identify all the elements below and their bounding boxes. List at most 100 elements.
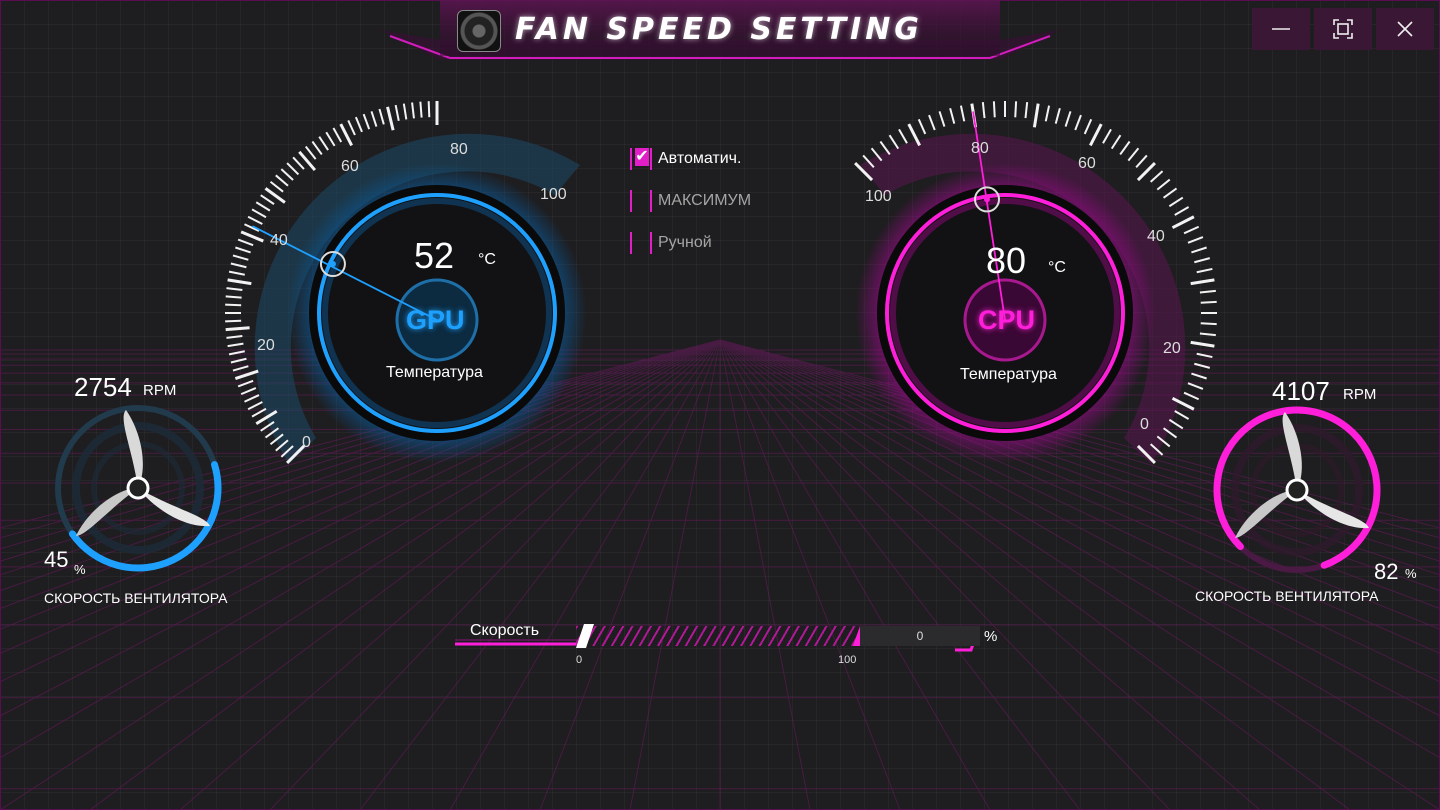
mode-max-option[interactable]: МАКСИМУМ	[630, 190, 751, 212]
gauge-tick	[1194, 257, 1211, 264]
gauge-tick	[1127, 147, 1140, 162]
cpu-temperature-value: 80	[986, 240, 1027, 281]
gauge-tick	[240, 387, 257, 396]
speed-slider-track[interactable]	[576, 626, 866, 646]
gauge-tick	[1174, 206, 1190, 216]
gauge-tick	[225, 326, 250, 332]
cpu-chip-label: CPU	[978, 305, 1036, 335]
cpu-fan-speed-label: СКОРОСТЬ ВЕНТИЛЯТОРА	[1195, 588, 1379, 604]
cpu-scale-label: 60	[1078, 155, 1096, 172]
gauge-tick	[240, 230, 264, 243]
gauge-tick	[255, 201, 271, 212]
gauge-tick	[1054, 107, 1061, 124]
gauge-tick	[1190, 340, 1215, 348]
window-title: FAN SPEED SETTING	[515, 12, 923, 47]
mode-auto-checkbox[interactable]	[630, 148, 652, 170]
gauge-tick	[1200, 300, 1217, 304]
gauge-tick	[1149, 170, 1164, 183]
gauge-tick	[1032, 103, 1040, 128]
gauge-tick	[427, 101, 431, 118]
gauge-tick	[292, 156, 305, 170]
gpu-fan-percent-unit: %	[74, 562, 86, 577]
gauge-tick	[981, 102, 986, 119]
gauge-tick	[1183, 225, 1200, 235]
gauge-tick	[1171, 215, 1195, 229]
gpu-fan-rpm-unit: RPM	[143, 382, 177, 399]
maximize-button[interactable]	[1314, 8, 1372, 50]
gauge-tick	[1024, 102, 1029, 119]
gauge-tick	[228, 270, 245, 276]
gauge-tick	[225, 295, 242, 299]
gauge-tick	[1187, 236, 1204, 244]
gauge-tick	[888, 134, 900, 150]
gauge-tick	[247, 215, 263, 225]
cpu-scale-label: 80	[971, 140, 989, 157]
cpu-fan-rpm-unit: RPM	[1343, 386, 1377, 403]
gauge-tick	[1174, 410, 1190, 420]
gauge-tick	[1110, 134, 1122, 150]
gauge-tick	[938, 111, 946, 127]
mode-max-checkbox[interactable]	[630, 190, 652, 212]
gauge-tick	[269, 180, 284, 193]
cpu-fan-percent-value: 82	[1374, 559, 1399, 584]
gauge-tick	[419, 101, 423, 118]
gauge-tick	[304, 145, 317, 160]
mode-manual-label: Ручной	[658, 234, 712, 251]
minimize-icon	[1272, 28, 1290, 30]
gauge-tick	[1199, 289, 1216, 294]
speed-slider-thumb[interactable]	[574, 622, 600, 650]
gauge-tick	[917, 118, 927, 135]
close-button[interactable]	[1376, 8, 1434, 50]
mode-auto-label: Автоматич.	[658, 150, 742, 167]
gauge-tick	[227, 278, 252, 286]
minimize-button[interactable]	[1252, 8, 1310, 50]
cpu-fan-rpm-value: 4107	[1272, 376, 1330, 406]
gauge-tick	[1196, 352, 1213, 359]
gauge-tick	[1044, 105, 1051, 122]
gauge-tick	[244, 394, 260, 403]
speed-max-label: 100	[838, 654, 857, 666]
gauge-tick	[226, 335, 243, 339]
gpu-scale-label: 40	[270, 232, 288, 249]
gauge-tick	[325, 131, 336, 147]
speed-value-field[interactable]: 0	[860, 626, 980, 646]
gauge-tick	[1074, 114, 1082, 131]
gauge-tick	[1102, 128, 1112, 144]
gauge-tick	[251, 407, 267, 418]
gauge-tick	[227, 342, 244, 348]
gauge-tick	[928, 114, 936, 131]
gpu-temperature-gauge	[225, 101, 587, 464]
gauge-tick	[898, 128, 908, 144]
gpu-fan-percent-value: 45	[44, 547, 69, 572]
gpu-temperature-unit: °C	[478, 251, 496, 268]
cpu-temperature-gauge	[854, 101, 1217, 464]
cpu-scale-label: 0	[1140, 416, 1149, 433]
speed-unit: %	[984, 628, 998, 645]
gpu-temperature-value: 52	[414, 235, 455, 276]
mode-manual-checkbox[interactable]	[630, 232, 652, 254]
cpu-scale-label: 20	[1163, 340, 1181, 357]
gauge-tick	[362, 113, 371, 130]
cpu-temperature-label: Температура	[960, 366, 1057, 383]
gpu-temperature-label: Температура	[386, 364, 483, 381]
gauge-tick	[411, 102, 415, 119]
gauge-tick	[1162, 187, 1178, 199]
cpu-scale-label: 100	[865, 188, 892, 205]
gauge-tick	[1200, 322, 1217, 326]
gauge-tick	[378, 108, 385, 125]
gauge-tick	[1199, 332, 1216, 337]
gauge-tick	[1183, 391, 1200, 401]
gauge-tick	[1168, 418, 1184, 430]
gauge-tick	[230, 357, 247, 364]
gpu-fan-speed-label: СКОРОСТЬ ВЕНТИЛЯТОРА	[44, 590, 228, 606]
gpu-scale-label: 60	[341, 158, 359, 175]
gauge-tick	[232, 365, 249, 372]
gauge-tick	[332, 127, 343, 143]
gauge-tick	[234, 369, 259, 380]
gauge-tick	[1064, 111, 1072, 127]
mode-auto-option[interactable]: Автоматич.	[630, 148, 741, 170]
gauge-tick	[1190, 278, 1215, 286]
cpu-temperature-unit: °C	[1048, 259, 1066, 276]
mode-manual-option[interactable]: Ручной	[630, 232, 712, 254]
gauge-tick	[237, 238, 254, 247]
